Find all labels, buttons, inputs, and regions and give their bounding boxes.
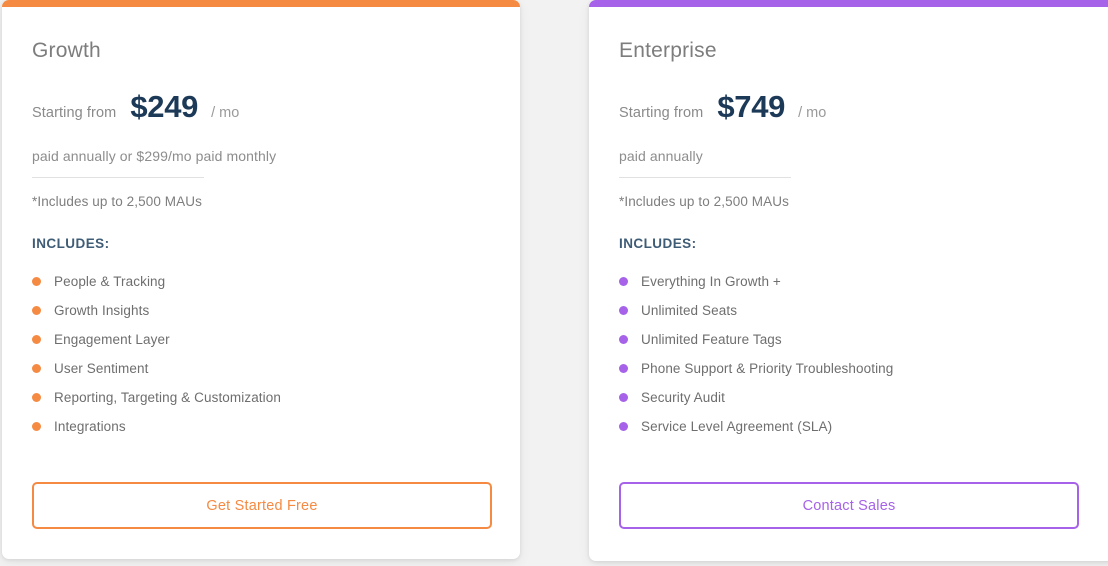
card-accent-bar	[2, 0, 520, 7]
feature-label: Growth Insights	[54, 302, 150, 318]
get-started-free-button[interactable]: Get Started Free	[32, 482, 492, 529]
price-prefix-label: Starting from	[619, 105, 704, 121]
maus-note: *Includes up to 2,500 MAUs	[619, 193, 789, 209]
billing-divider	[32, 176, 204, 178]
card-body: Growth Starting from $249 / mo paid annu…	[2, 7, 520, 559]
feature-label: People & Tracking	[54, 273, 166, 289]
feature-list-item: Growth Insights	[32, 296, 490, 325]
bullet-dot-icon	[32, 305, 41, 315]
price-period-label: / mo	[798, 105, 827, 121]
feature-list-item: Integrations	[32, 412, 490, 441]
feature-list-item: Reporting, Targeting & Customization	[32, 383, 490, 412]
card-accent-bar	[589, 0, 1108, 7]
billing-divider	[619, 176, 791, 178]
feature-label: User Sentiment	[54, 360, 149, 376]
maus-note: *Includes up to 2,500 MAUs	[32, 193, 202, 209]
price-period-label: / mo	[211, 105, 240, 121]
bullet-dot-icon	[619, 363, 628, 373]
card-body: Enterprise Starting from $749 / mo paid …	[589, 7, 1108, 561]
pricing-card-enterprise: Enterprise Starting from $749 / mo paid …	[589, 0, 1108, 561]
feature-list-item: User Sentiment	[32, 354, 490, 383]
feature-label: Unlimited Seats	[641, 302, 738, 318]
bullet-dot-icon	[619, 276, 628, 286]
feature-list-item: Phone Support & Priority Troubleshooting	[619, 354, 1089, 383]
pricing-card-growth: Growth Starting from $249 / mo paid annu…	[2, 0, 520, 559]
feature-label: Everything In Growth +	[641, 273, 781, 289]
feature-list-item: Everything In Growth +	[619, 267, 1089, 296]
price-amount: $249	[130, 89, 199, 124]
pricing-plans-container: Growth Starting from $249 / mo paid annu…	[0, 0, 1108, 566]
feature-label: Service Level Agreement (SLA)	[641, 418, 833, 434]
bullet-dot-icon	[619, 421, 628, 431]
feature-list-item: Unlimited Seats	[619, 296, 1089, 325]
contact-sales-button[interactable]: Contact Sales	[619, 482, 1079, 529]
price-row: Starting from $249 / mo	[32, 91, 490, 125]
price-amount: $749	[717, 89, 786, 124]
feature-list-item: Security Audit	[619, 383, 1089, 412]
feature-label: Unlimited Feature Tags	[641, 331, 782, 347]
plan-title: Enterprise	[619, 39, 717, 62]
feature-list-item: Service Level Agreement (SLA)	[619, 412, 1089, 441]
price-row: Starting from $749 / mo	[619, 91, 1089, 125]
feature-label: Phone Support & Priority Troubleshooting	[641, 360, 894, 376]
feature-list-item: Unlimited Feature Tags	[619, 325, 1089, 354]
bullet-dot-icon	[32, 334, 41, 344]
includes-label: INCLUDES:	[619, 235, 697, 251]
feature-label: Security Audit	[641, 389, 725, 405]
bullet-dot-icon	[32, 363, 41, 373]
feature-label: Reporting, Targeting & Customization	[54, 389, 281, 405]
bullet-dot-icon	[619, 392, 628, 402]
price-prefix-label: Starting from	[32, 105, 117, 121]
bullet-dot-icon	[619, 305, 628, 315]
billing-note: paid annually	[619, 148, 703, 164]
bullet-dot-icon	[619, 334, 628, 344]
feature-list: People & Tracking Growth Insights Engage…	[32, 267, 490, 441]
bullet-dot-icon	[32, 276, 41, 286]
bullet-dot-icon	[32, 421, 41, 431]
includes-label: INCLUDES:	[32, 235, 110, 251]
billing-note: paid annually or $299/mo paid monthly	[32, 148, 277, 164]
feature-list-item: Engagement Layer	[32, 325, 490, 354]
feature-label: Integrations	[54, 418, 126, 434]
feature-label: Engagement Layer	[54, 331, 170, 347]
feature-list: Everything In Growth + Unlimited Seats U…	[619, 267, 1089, 441]
bullet-dot-icon	[32, 392, 41, 402]
plan-title: Growth	[32, 39, 101, 62]
feature-list-item: People & Tracking	[32, 267, 490, 296]
